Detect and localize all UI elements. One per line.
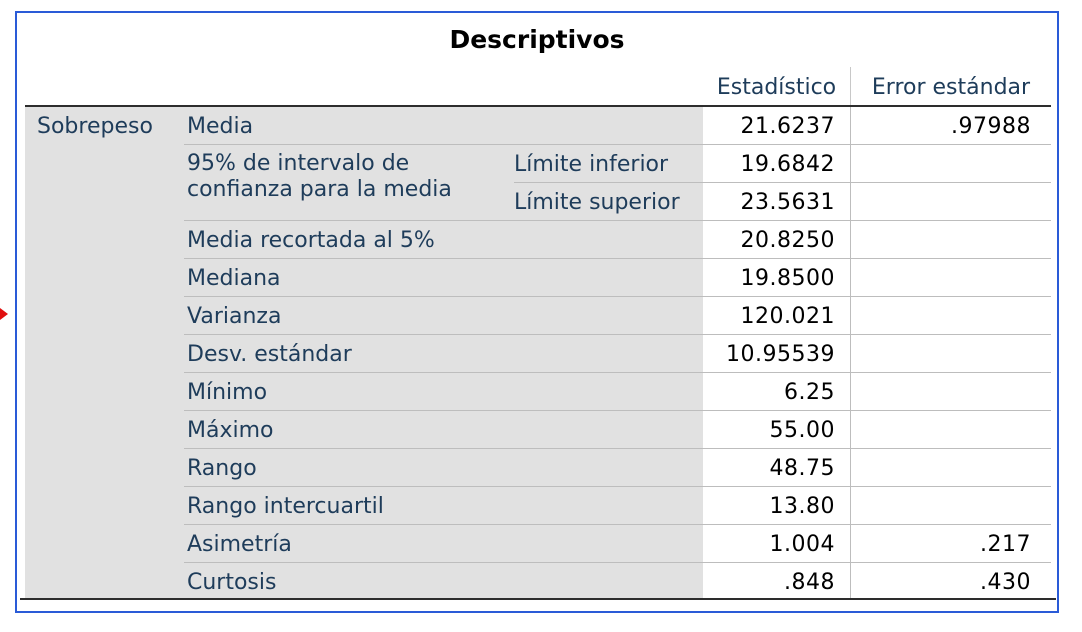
row-divider [184, 220, 1051, 221]
row-divider [184, 372, 1051, 373]
descriptives-table: Descriptivos Estadístico Error estándar … [15, 11, 1059, 613]
header-statistic: Estadístico [716, 75, 837, 100]
stat-value: 19.8500 [740, 266, 835, 291]
row-label: Rango [187, 456, 257, 481]
stat-value: 6.25 [784, 380, 835, 405]
row-label: Varianza [187, 304, 282, 329]
row-divider [184, 486, 1051, 487]
row-label: Desv. estándar [187, 342, 352, 367]
row-marker-icon [0, 308, 8, 320]
row-divider [184, 562, 1051, 563]
row-label: Media [187, 114, 254, 139]
stat-value: 1.004 [769, 532, 835, 557]
stat-value: 23.5631 [740, 190, 835, 215]
row-divider [184, 334, 1051, 335]
stat-value: 55.00 [769, 418, 835, 443]
row-label: Mínimo [187, 380, 268, 405]
row-label: Media recortada al 5% [187, 228, 435, 253]
row-divider [184, 410, 1051, 411]
stat-value: 21.6237 [740, 114, 835, 139]
stat-value: 19.6842 [740, 152, 835, 177]
ci-label-line2: confianza para la media [187, 177, 452, 202]
ci-label-line1: 95% de intervalo de [187, 151, 410, 176]
row-label: Rango intercuartil [187, 494, 384, 519]
stat-value: 13.80 [769, 494, 835, 519]
header-std-error: Error estándar [871, 75, 1031, 100]
stat-value: 120.021 [740, 304, 835, 329]
stat-value: 10.95539 [726, 342, 835, 367]
row-divider [184, 296, 1051, 297]
row-label: Mediana [187, 266, 281, 291]
row-divider [184, 524, 1051, 525]
variable-label: Sobrepeso [37, 114, 153, 139]
stat-value: 20.8250 [740, 228, 835, 253]
stat-value: 48.75 [769, 456, 835, 481]
table-title: Descriptivos [449, 25, 625, 54]
row-divider [514, 182, 1051, 183]
row-label: Curtosis [187, 570, 277, 595]
error-value: .217 [980, 532, 1031, 557]
row-label: Asimetría [187, 532, 292, 557]
row-label: Límite inferior [514, 152, 669, 177]
error-value: .97988 [951, 114, 1031, 139]
row-divider [184, 258, 1051, 259]
row-label: Límite superior [514, 190, 680, 215]
row-divider [184, 448, 1051, 449]
footer-rule [20, 598, 1056, 600]
error-value: .430 [980, 570, 1031, 595]
stat-value: .848 [784, 570, 835, 595]
row-label: Máximo [187, 418, 274, 443]
row-divider [184, 144, 1051, 145]
